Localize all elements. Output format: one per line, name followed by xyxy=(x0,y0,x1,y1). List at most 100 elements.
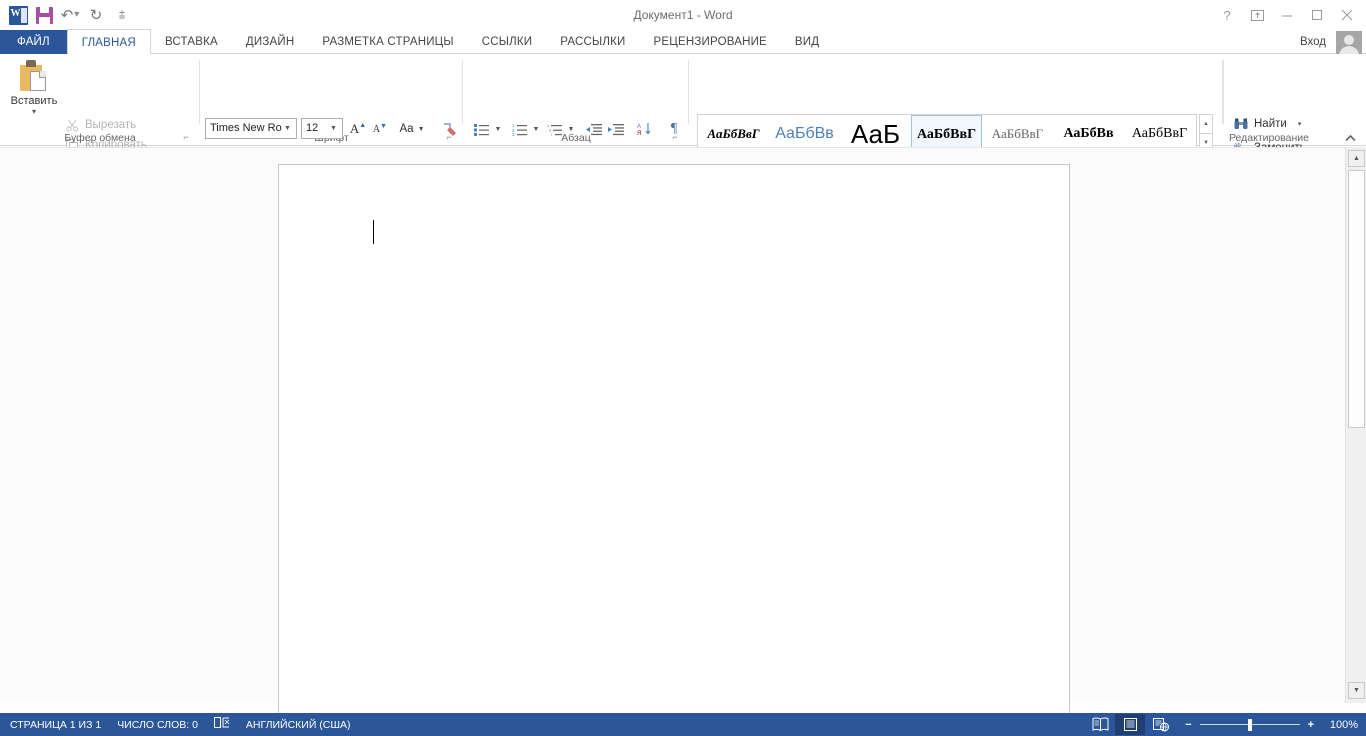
numbered-list-icon: 123 xyxy=(512,123,527,136)
tab-mailings[interactable]: РАССЫЛКИ xyxy=(546,30,639,54)
window-controls: ? xyxy=(1212,2,1362,28)
save-icon[interactable] xyxy=(32,3,56,27)
multilevel-chevron-down-icon[interactable]: ▼ xyxy=(565,118,577,140)
quick-access-toolbar: ↶▾ ↻ ⩲ xyxy=(6,3,134,27)
customize-qat-icon[interactable]: ⩲ xyxy=(110,3,134,27)
clipboard-group-label: Буфер обмена xyxy=(0,132,200,144)
clipboard-paste-icon xyxy=(17,60,51,94)
find-label: Найти xyxy=(1254,118,1287,130)
clear-formatting-icon xyxy=(441,121,458,138)
pilcrow-icon: ¶ xyxy=(671,121,677,137)
decrease-indent-button[interactable] xyxy=(583,118,605,140)
scissors-icon xyxy=(64,117,80,133)
show-formatting-marks-button[interactable]: ¶ xyxy=(663,118,685,140)
font-name-value: Times New Ro xyxy=(210,122,282,134)
word-logo-icon[interactable] xyxy=(6,3,30,27)
paste-label: Вставить xyxy=(6,95,62,107)
numbering-chevron-down-icon[interactable]: ▼ xyxy=(530,118,542,140)
minimize-icon[interactable] xyxy=(1272,3,1302,27)
web-layout-button[interactable] xyxy=(1145,714,1175,735)
tab-insert[interactable]: ВСТАВКА xyxy=(151,30,232,54)
tab-view[interactable]: ВИД xyxy=(781,30,833,54)
title-bar: ↶▾ ↻ ⩲ Документ1 - Word ? xyxy=(0,0,1366,30)
scrollbar-thumb[interactable] xyxy=(1348,170,1365,428)
window-title: Документ1 - Word xyxy=(0,0,1366,30)
decrease-indent-icon xyxy=(586,123,602,136)
undo-icon[interactable]: ↶▾ xyxy=(58,3,82,27)
sign-in-link[interactable]: Вход xyxy=(1300,30,1326,54)
zoom-slider[interactable] xyxy=(1200,718,1300,732)
font-size-value: 12 xyxy=(306,122,318,134)
page-indicator[interactable]: СТРАНИЦА 1 ИЗ 1 xyxy=(10,719,101,731)
text-cursor xyxy=(373,220,374,244)
styles-scroll-up-icon[interactable]: ▲ xyxy=(1199,114,1213,134)
bullets-chevron-down-icon[interactable]: ▼ xyxy=(492,118,504,140)
vertical-scrollbar[interactable]: ▲ ▼ xyxy=(1345,147,1366,703)
paste-button[interactable]: Вставить ▾ xyxy=(6,58,62,134)
change-case-button[interactable]: Aa ▼ xyxy=(396,118,428,140)
increase-indent-icon xyxy=(608,123,624,136)
status-bar-right: − + 100% xyxy=(1085,713,1358,736)
zoom-slider-thumb[interactable] xyxy=(1248,719,1252,731)
change-case-chevron-down-icon[interactable]: ▼ xyxy=(418,126,425,133)
svg-text:A: A xyxy=(637,124,641,130)
shrink-font-button[interactable]: A▼ xyxy=(369,118,391,140)
font-name-input[interactable]: Times New Ro ▼ xyxy=(205,118,297,139)
proofing-errors-icon[interactable] xyxy=(214,716,230,733)
style-preview-strong: АаБбВв xyxy=(1053,118,1124,150)
zoom-in-button[interactable]: + xyxy=(1308,719,1314,731)
clear-formatting-button[interactable] xyxy=(437,118,461,140)
read-mode-icon xyxy=(1092,717,1109,732)
print-layout-button[interactable] xyxy=(1115,714,1145,735)
collapse-ribbon-button[interactable] xyxy=(1342,130,1358,146)
tab-design[interactable]: ДИЗАЙН xyxy=(232,30,308,54)
find-chevron-down-icon[interactable]: ▾ xyxy=(1298,120,1302,128)
paste-dropdown-caret[interactable]: ▾ xyxy=(6,108,62,116)
cut-label: Вырезать xyxy=(85,119,136,131)
redo-icon[interactable]: ↻ xyxy=(84,3,108,27)
help-icon[interactable]: ? xyxy=(1212,3,1242,27)
ribbon-display-options-icon[interactable] xyxy=(1242,3,1272,27)
tab-page-layout[interactable]: РАЗМЕТКА СТРАНИЦЫ xyxy=(308,30,467,54)
increase-indent-button[interactable] xyxy=(605,118,627,140)
grow-font-button[interactable]: A▲ xyxy=(347,118,369,140)
document-canvas[interactable] xyxy=(0,147,1345,703)
style-preview-no-spacing: АаБбВвГ xyxy=(1124,118,1195,150)
font-size-chevron-down-icon[interactable]: ▼ xyxy=(327,119,340,138)
numbering-button[interactable]: 123 xyxy=(508,118,530,140)
word-application-window: ↶▾ ↻ ⩲ Документ1 - Word ? ФАЙЛ ГЛАВ xyxy=(0,0,1366,736)
font-name-chevron-down-icon[interactable]: ▼ xyxy=(281,119,294,138)
svg-text:3: 3 xyxy=(512,132,515,136)
multilevel-list-button[interactable]: 1ai xyxy=(543,118,565,140)
tab-references[interactable]: ССЫЛКИ xyxy=(468,30,547,54)
find-button[interactable]: Найти ▾ xyxy=(1233,113,1301,134)
zoom-control[interactable]: − + 100% xyxy=(1185,718,1358,732)
restore-icon[interactable] xyxy=(1302,3,1332,27)
read-mode-button[interactable] xyxy=(1085,714,1115,735)
font-size-input[interactable]: 12 ▼ xyxy=(301,118,343,139)
style-preview-title: АаБ xyxy=(840,118,911,150)
scroll-up-arrow[interactable]: ▲ xyxy=(1348,150,1365,167)
sort-button[interactable]: AЯ xyxy=(634,118,656,140)
word-count[interactable]: ЧИСЛО СЛОВ: 0 xyxy=(117,719,198,731)
zoom-level-label[interactable]: 100% xyxy=(1322,719,1358,731)
document-page[interactable] xyxy=(278,164,1070,724)
zoom-out-button[interactable]: − xyxy=(1185,719,1191,731)
sort-icon: AЯ xyxy=(637,122,653,136)
bullets-button[interactable] xyxy=(470,118,492,140)
ribbon-tab-strip: ФАЙЛ ГЛАВНАЯ ВСТАВКА ДИЗАЙН РАЗМЕТКА СТР… xyxy=(0,30,1366,54)
close-icon[interactable] xyxy=(1332,3,1362,27)
ribbon: Вставить ▾ Вырезать Копировать Форма xyxy=(0,54,1366,146)
scroll-down-arrow[interactable]: ▼ xyxy=(1348,682,1365,699)
tab-review[interactable]: РЕЦЕНЗИРОВАНИЕ xyxy=(640,30,781,54)
print-layout-icon xyxy=(1122,717,1139,732)
tab-home[interactable]: ГЛАВНАЯ xyxy=(67,29,151,54)
clipboard-dialog-launcher[interactable]: ⌐ xyxy=(180,131,192,143)
language-indicator[interactable]: АНГЛИЙСКИЙ (США) xyxy=(246,719,351,731)
tab-file[interactable]: ФАЙЛ xyxy=(0,30,67,54)
svg-text:Я: Я xyxy=(637,131,641,136)
multilevel-list-icon: 1ai xyxy=(547,123,562,136)
change-case-label: Aa xyxy=(399,123,413,135)
style-preview-emphasis: AaБбВвГ xyxy=(698,118,769,150)
binoculars-icon xyxy=(1233,116,1249,132)
